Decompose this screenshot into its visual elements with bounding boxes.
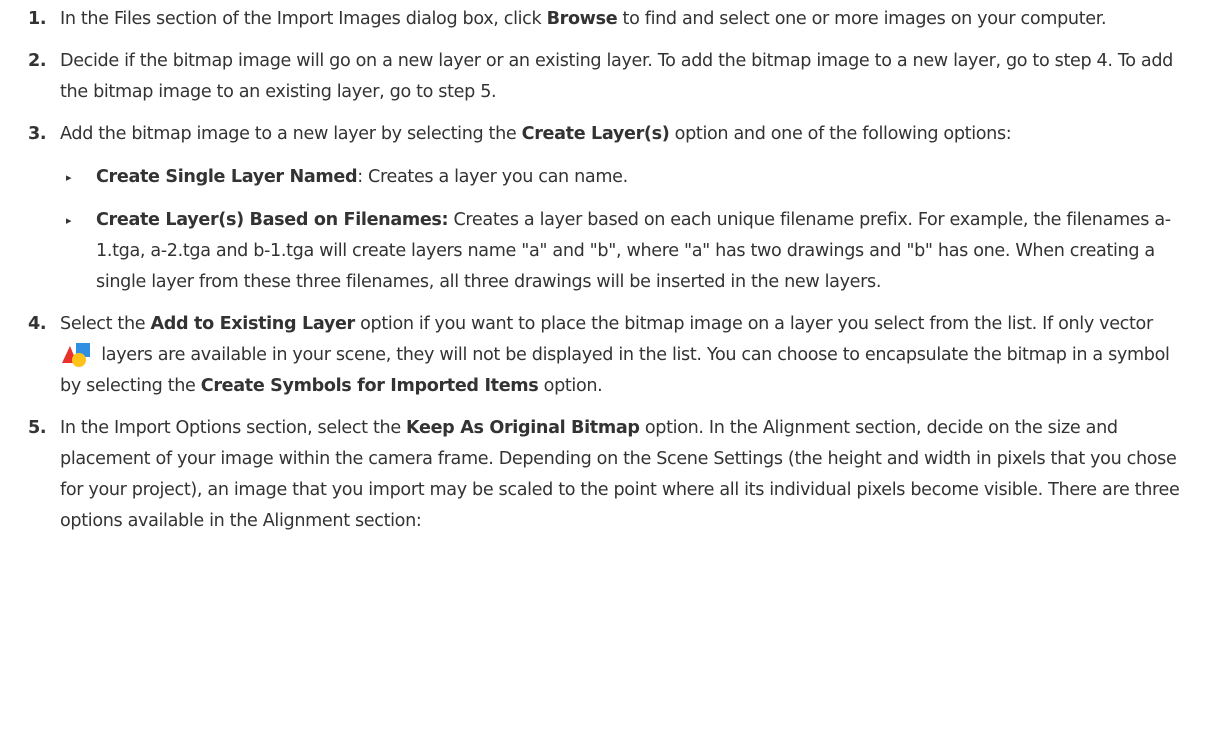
vector-layer-icon — [61, 341, 95, 367]
step-text: Select the Add to Existing Layer option … — [60, 314, 1170, 396]
browse-label: Browse — [546, 9, 618, 29]
step-1: 1. In the Files section of the Import Im… — [28, 4, 1188, 35]
keep-original-bitmap-label: Keep As Original Bitmap — [406, 418, 640, 438]
create-layers-label: Create Layer(s) — [521, 124, 670, 144]
step-5: 5. In the Import Options section, select… — [28, 413, 1188, 537]
step-number: 4. — [28, 314, 47, 334]
create-symbols-label: Create Symbols for Imported Items — [200, 376, 539, 396]
step-text: Decide if the bitmap image will go on a … — [60, 51, 1173, 102]
sub-options-list: ▸ Create Single Layer Named: Creates a l… — [60, 162, 1188, 298]
step-3: 3. Add the bitmap image to a new layer b… — [28, 119, 1188, 298]
document-page: 1. In the Files section of the Import Im… — [0, 0, 1212, 750]
sub-item-filenames: ▸ Create Layer(s) Based on Filenames: Cr… — [66, 205, 1188, 298]
step-text: In the Import Options section, select th… — [60, 418, 1180, 531]
add-existing-layer-label: Add to Existing Layer — [150, 314, 356, 334]
step-text: In the Files section of the Import Image… — [60, 9, 1107, 29]
step-number: 1. — [28, 9, 47, 29]
steps-list: 1. In the Files section of the Import Im… — [0, 4, 1212, 537]
step-text: Add the bitmap image to a new layer by s… — [60, 124, 1012, 144]
step-number: 3. — [28, 124, 47, 144]
step-2: 2. Decide if the bitmap image will go on… — [28, 46, 1188, 108]
sub-item-single-layer: ▸ Create Single Layer Named: Creates a l… — [66, 162, 1188, 193]
sub-item-title: Create Layer(s) Based on Filenames: — [96, 210, 449, 230]
step-number: 2. — [28, 51, 47, 71]
step-number: 5. — [28, 418, 47, 438]
sub-item-title: Create Single Layer Named — [96, 167, 358, 187]
sub-item-text: : Creates a layer you can name. — [357, 167, 628, 187]
bullet-icon: ▸ — [66, 214, 72, 227]
bullet-icon: ▸ — [66, 171, 72, 184]
step-4: 4. Select the Add to Existing Layer opti… — [28, 309, 1188, 402]
